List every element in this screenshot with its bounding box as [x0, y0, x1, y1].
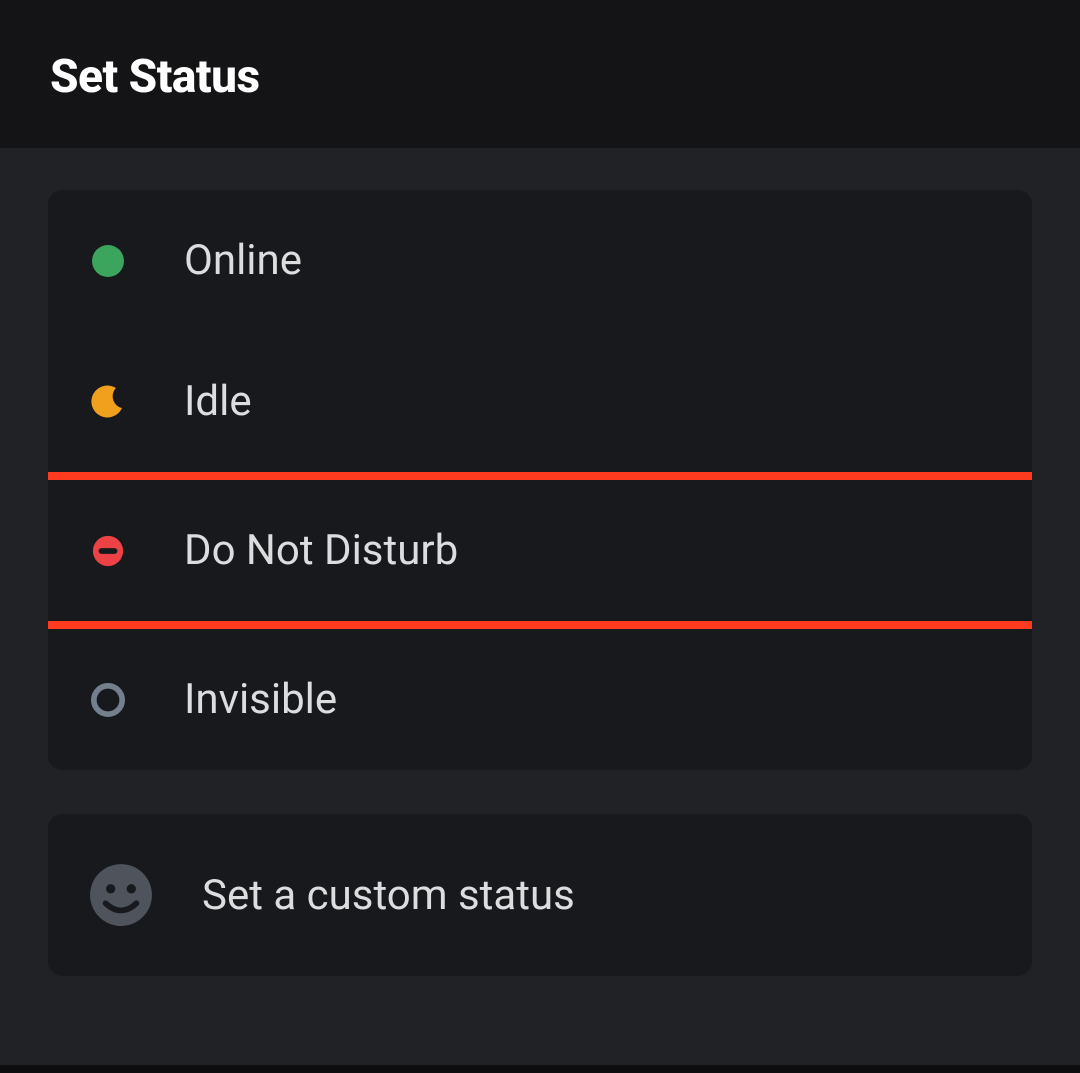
idle-icon [88, 382, 128, 422]
status-option-label: Idle [184, 377, 252, 426]
emoji-icon [88, 862, 154, 928]
dnd-icon [88, 531, 128, 571]
invisible-icon [88, 680, 128, 720]
online-icon [88, 241, 128, 281]
status-option-dnd[interactable]: Do Not Disturb [48, 472, 1032, 629]
bottom-edge [0, 1065, 1080, 1073]
status-option-label: Do Not Disturb [184, 526, 458, 575]
content-area: Online Idle Do Not Disturb [0, 148, 1080, 976]
status-option-online[interactable]: Online [48, 190, 1032, 331]
custom-status-label: Set a custom status [202, 871, 575, 920]
status-option-invisible[interactable]: Invisible [48, 629, 1032, 770]
page-title: Set Status [50, 50, 1030, 104]
status-option-idle[interactable]: Idle [48, 331, 1032, 472]
status-options-card: Online Idle Do Not Disturb [48, 190, 1032, 770]
set-custom-status-button[interactable]: Set a custom status [48, 814, 1032, 976]
status-option-label: Online [184, 236, 302, 285]
header: Set Status [0, 0, 1080, 148]
status-option-label: Invisible [184, 675, 337, 724]
